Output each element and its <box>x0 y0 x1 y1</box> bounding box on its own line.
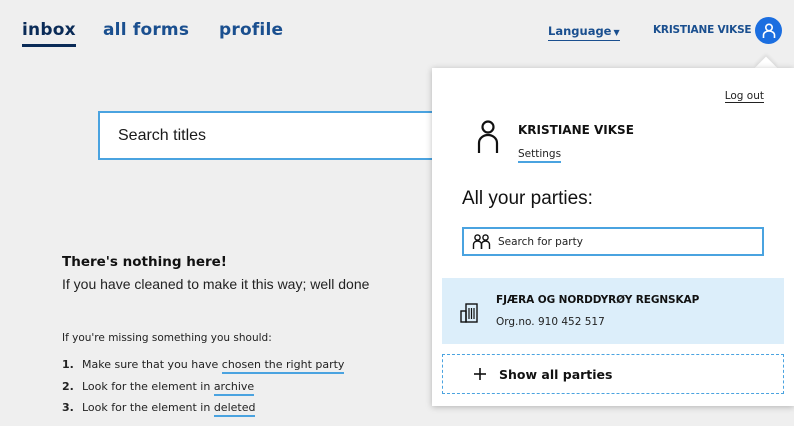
empty-state-subtitle: If you have cleaned to make it this way;… <box>62 276 370 292</box>
party-search-placeholder: Search for party <box>498 235 583 248</box>
show-all-parties-button[interactable]: Show all parties <box>442 354 784 394</box>
party-org-number: Org.no. 910 452 517 <box>496 316 605 328</box>
nav-inbox[interactable]: inbox <box>22 20 76 47</box>
step-number: 3. <box>62 401 74 414</box>
building-icon <box>460 303 478 323</box>
search-input[interactable]: Search titles <box>98 111 443 160</box>
parties-heading: All your parties: <box>462 188 593 209</box>
archive-link[interactable]: archive <box>213 379 255 396</box>
step-text: Make sure that you have <box>82 358 222 371</box>
language-label: Language <box>548 24 612 38</box>
step-number: 1. <box>62 358 74 371</box>
settings-link[interactable]: Settings <box>518 148 562 163</box>
person-icon <box>477 120 499 153</box>
user-icon <box>762 22 775 38</box>
top-navigation: inbox all forms profile Language ▼ KRISTI… <box>0 0 794 56</box>
deleted-link[interactable]: deleted <box>213 401 256 417</box>
profile-dropdown: Log out KRISTIANE VIKSE Settings All you… <box>432 68 794 406</box>
show-all-label: Show all parties <box>499 366 613 382</box>
nav-all-forms[interactable]: all forms <box>103 20 189 40</box>
chevron-down-icon: ▼ <box>613 28 620 37</box>
step-number: 2. <box>62 379 74 393</box>
help-steps-list: 1. Make sure that you have chosen the rig… <box>62 358 345 423</box>
party-search-input[interactable]: Search for party <box>462 227 764 256</box>
list-item: 2. Look for the element in archive <box>62 379 344 402</box>
step-text: Look for the element in <box>82 401 214 414</box>
search-input-value: Search titles <box>118 126 207 144</box>
logout-link[interactable]: Log out <box>724 90 764 103</box>
empty-state-title: There's nothing here! <box>62 254 227 270</box>
panel-user-name: KRISTIANE VIKSE <box>518 123 634 137</box>
party-item[interactable]: FJÆRA OG NORDDYRØY REGNSKAP Org.no. 910 … <box>442 278 784 344</box>
list-item: 1. Make sure that you have chosen the rig… <box>62 358 345 380</box>
nav-profile[interactable]: profile <box>219 20 283 40</box>
party-name: FJÆRA OG NORDDYRØY REGNSKAP <box>496 294 700 306</box>
people-icon <box>472 233 491 249</box>
missing-intro: If you're missing something you should: <box>62 332 272 344</box>
step-text: Look for the element in <box>82 379 214 393</box>
language-selector[interactable]: Language ▼ <box>548 24 620 41</box>
avatar[interactable] <box>755 17 782 44</box>
plus-icon <box>474 368 486 380</box>
list-item: 3. Look for the element in deleted <box>62 401 344 423</box>
header-user-name[interactable]: KRISTIANE VIKSE <box>653 24 752 36</box>
chosen-party-link[interactable]: chosen the right party <box>221 358 345 374</box>
